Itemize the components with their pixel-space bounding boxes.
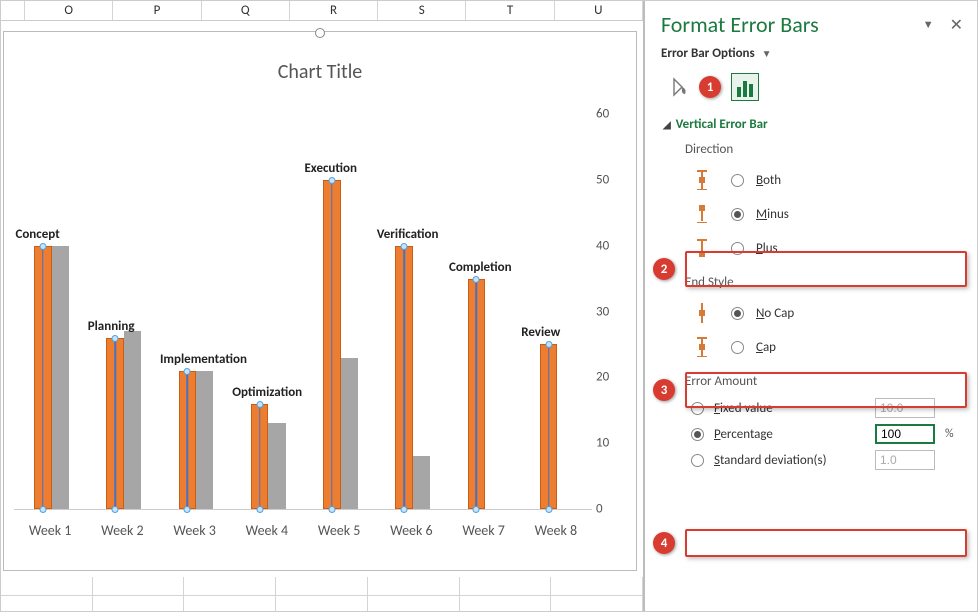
fill-line-tab-icon[interactable] (665, 73, 693, 101)
bar-series1[interactable] (34, 246, 51, 509)
bar-series2[interactable] (268, 423, 285, 509)
callout-marker-3: 3 (653, 379, 675, 401)
percentage-value-input[interactable] (875, 424, 935, 444)
worksheet-area: O P Q R S T U Chart Title 0102030405060 … (1, 1, 643, 611)
callout-marker-4: 4 (653, 532, 675, 554)
column-header[interactable]: T (466, 1, 554, 20)
column-header[interactable]: O (25, 1, 113, 20)
highlight-box-minus (685, 251, 967, 287)
data-label[interactable]: Execution (304, 161, 357, 176)
pane-menu-dropdown-icon[interactable]: ▼ (923, 18, 934, 31)
data-label[interactable]: Optimization (232, 385, 302, 400)
x-tick-label[interactable]: Week 7 (448, 516, 520, 540)
column-header[interactable]: R (290, 1, 378, 20)
pane-title: Format Error Bars (661, 11, 923, 38)
radio-nocap[interactable] (731, 307, 744, 320)
amount-option-stddev[interactable]: Standard deviation(s) (645, 447, 977, 473)
endstyle-option-cap[interactable]: Cap (645, 330, 977, 364)
plot-area[interactable]: 0102030405060 ConceptPlanningImplementat… (14, 114, 592, 510)
column-header[interactable]: S (378, 1, 466, 20)
embedded-chart[interactable]: Chart Title 0102030405060 Concept Plannin… (3, 31, 637, 571)
error-bar-options-tab-icon[interactable] (731, 73, 759, 101)
stddev-label: Standard deviation(s) (714, 453, 865, 468)
column-header[interactable]: U (555, 1, 643, 20)
nocap-label: No Cap (756, 306, 794, 321)
bar-series2[interactable] (341, 358, 358, 509)
x-tick-label[interactable]: Week 4 (231, 516, 303, 540)
amount-option-percentage[interactable]: Percentage % (645, 421, 977, 447)
bar-series1[interactable] (540, 344, 557, 509)
column-header-bar: O P Q R S T U (1, 1, 643, 21)
x-tick-label[interactable]: Week 6 (375, 516, 447, 540)
direction-option-minus[interactable]: Minus (645, 197, 977, 231)
app-root: O P Q R S T U Chart Title 0102030405060 … (0, 0, 978, 612)
bar-series2[interactable] (124, 331, 141, 509)
highlight-box-percentage (685, 529, 967, 557)
data-label[interactable]: Verification (377, 227, 439, 242)
worksheet[interactable]: Chart Title 0102030405060 Concept Plannin… (1, 21, 643, 611)
grid-rows (1, 577, 643, 611)
minus-label: Minus (756, 207, 789, 222)
both-glyph-icon (685, 167, 719, 193)
stddev-value-input[interactable] (875, 450, 935, 470)
section-collapse-icon[interactable]: ◢ (663, 118, 671, 131)
chart-title[interactable]: Chart Title (4, 60, 636, 84)
bar-series1[interactable] (179, 371, 196, 509)
bar-series1[interactable] (468, 279, 485, 509)
column-header[interactable]: Q (202, 1, 290, 20)
data-label[interactable]: Review (521, 325, 560, 340)
options-dropdown-label[interactable]: Error Bar Options (661, 46, 755, 61)
cap-label: Cap (756, 340, 776, 355)
chart-resize-handle-top[interactable] (315, 28, 325, 38)
direction-label: Direction (645, 138, 977, 163)
bar-series2[interactable] (52, 246, 69, 509)
format-pane: Format Error Bars ▼ ✕ Error Bar Options … (643, 1, 977, 611)
close-pane-button[interactable]: ✕ (946, 15, 967, 35)
options-dropdown-icon[interactable]: ▼ (762, 47, 772, 60)
bar-series1[interactable] (323, 180, 340, 509)
callout-marker-1: 1 (699, 76, 721, 98)
x-tick-label[interactable]: Week 2 (86, 516, 158, 540)
endstyle-option-nocap[interactable]: No Cap (645, 296, 977, 330)
x-tick-label[interactable]: Week 3 (159, 516, 231, 540)
column-header[interactable]: P (113, 1, 201, 20)
data-label[interactable]: Completion (449, 260, 512, 275)
y-axis[interactable]: 0102030405060 (596, 114, 632, 509)
direction-option-both[interactable]: Both (645, 163, 977, 197)
radio-minus[interactable] (731, 208, 744, 221)
x-tick-label[interactable]: Week 8 (520, 516, 592, 540)
bar-series2[interactable] (413, 456, 430, 509)
grid-row[interactable] (1, 596, 643, 611)
percentage-suffix: % (945, 427, 961, 441)
pane-header: Format Error Bars ▼ ✕ (645, 1, 977, 44)
x-tick-label[interactable]: Week 5 (303, 516, 375, 540)
radio-both[interactable] (731, 174, 744, 187)
highlight-box-nocap (685, 372, 967, 408)
radio-percentage[interactable] (691, 428, 704, 441)
minus-glyph-icon (685, 201, 719, 227)
grid-row[interactable] (1, 577, 643, 596)
x-tick-label[interactable]: Week 1 (14, 516, 86, 540)
percentage-label: Percentage (714, 427, 865, 442)
bar-series1[interactable] (251, 404, 268, 509)
section-title[interactable]: Vertical Error Bar (676, 117, 768, 132)
cap-glyph-icon (685, 334, 719, 360)
x-axis[interactable]: Week 1Week 2Week 3Week 4Week 5Week 6Week… (14, 516, 592, 540)
select-all-corner[interactable] (1, 1, 25, 20)
bar-series2[interactable] (196, 371, 213, 509)
bar-series1[interactable] (395, 246, 412, 509)
both-label: Both (756, 173, 781, 188)
nocap-glyph-icon (685, 300, 719, 326)
radio-stddev[interactable] (691, 454, 704, 467)
data-label[interactable]: Concept (15, 227, 59, 242)
radio-cap[interactable] (731, 341, 744, 354)
data-label[interactable]: Planning (88, 319, 135, 334)
bar-series1[interactable] (106, 338, 123, 509)
callout-marker-2: 2 (653, 258, 675, 280)
